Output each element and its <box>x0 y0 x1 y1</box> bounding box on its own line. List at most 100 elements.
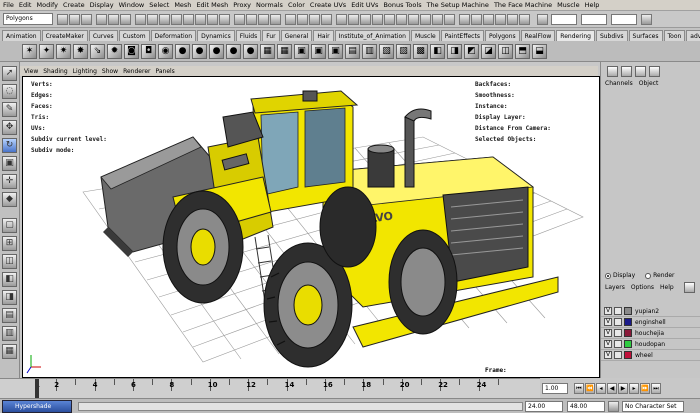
shelf-tab-general[interactable]: General <box>280 30 313 41</box>
layer-color-swatch[interactable] <box>624 329 632 337</box>
material-phonge-icon[interactable]: ● <box>226 43 241 59</box>
directional-light-icon[interactable]: ⇘ <box>90 43 105 59</box>
mask-icon-4[interactable] <box>171 13 182 25</box>
tool-icon-7[interactable] <box>408 13 419 25</box>
numeric-input-y[interactable] <box>581 13 607 25</box>
tool-icon-11[interactable] <box>459 13 470 25</box>
menu-display[interactable]: Display <box>90 1 114 9</box>
render-globals-icon[interactable]: ▥ <box>362 43 377 59</box>
menu-edit-mesh[interactable]: Edit Mesh <box>196 1 228 9</box>
time-slider[interactable]: 124681012141618202224 <box>0 378 540 398</box>
volume-light-icon[interactable]: ✹ <box>107 43 122 59</box>
rotate-tool-icon[interactable]: ↻ <box>2 138 17 153</box>
shelf-tool-icon-2[interactable]: ▩ <box>413 43 428 59</box>
layout-icon[interactable]: ▤ <box>2 308 17 323</box>
menu-set-selector[interactable]: Polygons <box>3 13 53 25</box>
shelf-tab-createmaker[interactable]: CreateMaker <box>41 30 88 41</box>
viewport-menu-panels[interactable]: Panels <box>155 68 174 75</box>
new-scene-icon[interactable] <box>57 13 68 25</box>
snap-plane-icon[interactable] <box>270 13 281 25</box>
menu-window[interactable]: Window <box>119 1 145 9</box>
panel-options-icon[interactable] <box>649 66 660 77</box>
layer-display-type-toggle[interactable] <box>614 318 622 326</box>
layer-color-swatch[interactable] <box>624 307 632 315</box>
ipr-icon[interactable]: ▣ <box>328 43 343 59</box>
step-forward-key-icon[interactable]: ⏩ <box>640 382 650 394</box>
input-mode-icon[interactable] <box>537 13 548 25</box>
shelf-tool-icon[interactable]: ▨ <box>396 43 411 59</box>
options-menu[interactable]: Options <box>631 284 654 291</box>
tool-icon[interactable] <box>336 13 347 25</box>
layer-display-type-toggle[interactable] <box>614 340 622 348</box>
channel-box-toggle-icon[interactable] <box>607 66 618 77</box>
mask-icon-6[interactable] <box>195 13 206 25</box>
mask-icon-2[interactable] <box>147 13 158 25</box>
spot-light-icon[interactable]: ✦ <box>39 43 54 59</box>
character-set-field[interactable]: No Character Set <box>622 400 684 412</box>
go-to-start-icon[interactable]: ⏮ <box>574 382 584 394</box>
end-time-field[interactable]: 24.00 <box>525 400 563 412</box>
select-hierarchy-icon[interactable] <box>96 13 107 25</box>
layer-row[interactable]: Vwheel <box>601 350 700 361</box>
tool-icon-2[interactable] <box>348 13 359 25</box>
light-icon[interactable]: ✶ <box>22 43 37 59</box>
layer-row[interactable]: Venginshell <box>601 317 700 328</box>
history-icon[interactable] <box>285 13 296 25</box>
shelf-tool-icon-7[interactable]: ◫ <box>498 43 513 59</box>
batch-render-icon[interactable]: ▧ <box>379 43 394 59</box>
shelf-tab-surfaces[interactable]: Surfaces <box>628 30 663 41</box>
camera-aim-icon[interactable]: ◘ <box>141 43 156 59</box>
menu-mesh[interactable]: Mesh <box>174 1 191 9</box>
layout-icon-3[interactable]: ▦ <box>2 344 17 359</box>
hypershade-taskbar-button[interactable]: Hypershade <box>2 399 72 413</box>
shelf-tab-polygons[interactable]: Polygons <box>484 30 520 41</box>
open-scene-icon[interactable] <box>69 13 80 25</box>
play-backwards-icon[interactable]: ◀ <box>607 382 617 394</box>
layer-visibility-toggle[interactable]: V <box>604 307 612 315</box>
four-view-layout-icon[interactable]: ⊞ <box>2 236 17 251</box>
persp-graph-layout-icon[interactable]: ◧ <box>2 272 17 287</box>
material-aniso-icon[interactable]: ● <box>243 43 258 59</box>
menu-select[interactable]: Select <box>149 1 169 9</box>
viewport-menu-renderer[interactable]: Renderer <box>123 68 150 75</box>
shelf-tab-advancedskeleton[interactable]: advancedSkeleton <box>686 30 700 41</box>
snap-point-icon[interactable] <box>258 13 269 25</box>
layer-color-swatch[interactable] <box>624 340 632 348</box>
attribute-editor-toggle-icon[interactable] <box>621 66 632 77</box>
camera-icon[interactable]: ◙ <box>124 43 139 59</box>
ipr-render-icon[interactable] <box>309 13 320 25</box>
go-to-end-icon[interactable]: ⏭ <box>651 382 661 394</box>
snap-curve-icon[interactable] <box>246 13 257 25</box>
tool-icon-10[interactable] <box>444 13 455 25</box>
render-layer-option[interactable]: Render <box>645 272 675 279</box>
shelf-tab-fluids[interactable]: Fluids <box>235 30 262 41</box>
material-blinn-icon[interactable]: ● <box>175 43 190 59</box>
lasso-tool-icon[interactable]: ◌ <box>2 84 17 99</box>
mask-icon[interactable] <box>135 13 146 25</box>
step-forward-icon[interactable]: ▸ <box>629 382 639 394</box>
hypershade-icon[interactable]: ▤ <box>345 43 360 59</box>
point-light-icon[interactable]: ✸ <box>73 43 88 59</box>
move-tool-icon[interactable]: ✥ <box>2 120 17 135</box>
shelf-tool-icon-4[interactable]: ◨ <box>447 43 462 59</box>
mask-icon-5[interactable] <box>183 13 194 25</box>
camera-up-icon[interactable]: ◉ <box>158 43 173 59</box>
render-icon-2[interactable]: ▣ <box>311 43 326 59</box>
menu-proxy[interactable]: Proxy <box>233 1 251 9</box>
snap-grid-icon[interactable] <box>234 13 245 25</box>
save-scene-icon[interactable] <box>81 13 92 25</box>
mask-icon-7[interactable] <box>207 13 218 25</box>
tool-icon-12[interactable] <box>471 13 482 25</box>
tool-icon-5[interactable] <box>384 13 395 25</box>
render-view-icon[interactable]: ▣ <box>294 43 309 59</box>
tool-icon-13[interactable] <box>483 13 494 25</box>
tool-icon-16[interactable] <box>519 13 530 25</box>
layer-visibility-toggle[interactable]: V <box>604 351 612 359</box>
scale-tool-icon[interactable]: ▣ <box>2 156 17 171</box>
shelf-tool-icon-3[interactable]: ◧ <box>430 43 445 59</box>
tool-icon-14[interactable] <box>495 13 506 25</box>
menu-bonus-tools[interactable]: Bonus Tools <box>383 1 421 9</box>
shelf-tab-institute-of-animation[interactable]: Institute_of_Animation <box>334 30 410 41</box>
paint-select-tool-icon[interactable]: ✎ <box>2 102 17 117</box>
layer-row[interactable]: Vyupian2 <box>601 306 700 317</box>
